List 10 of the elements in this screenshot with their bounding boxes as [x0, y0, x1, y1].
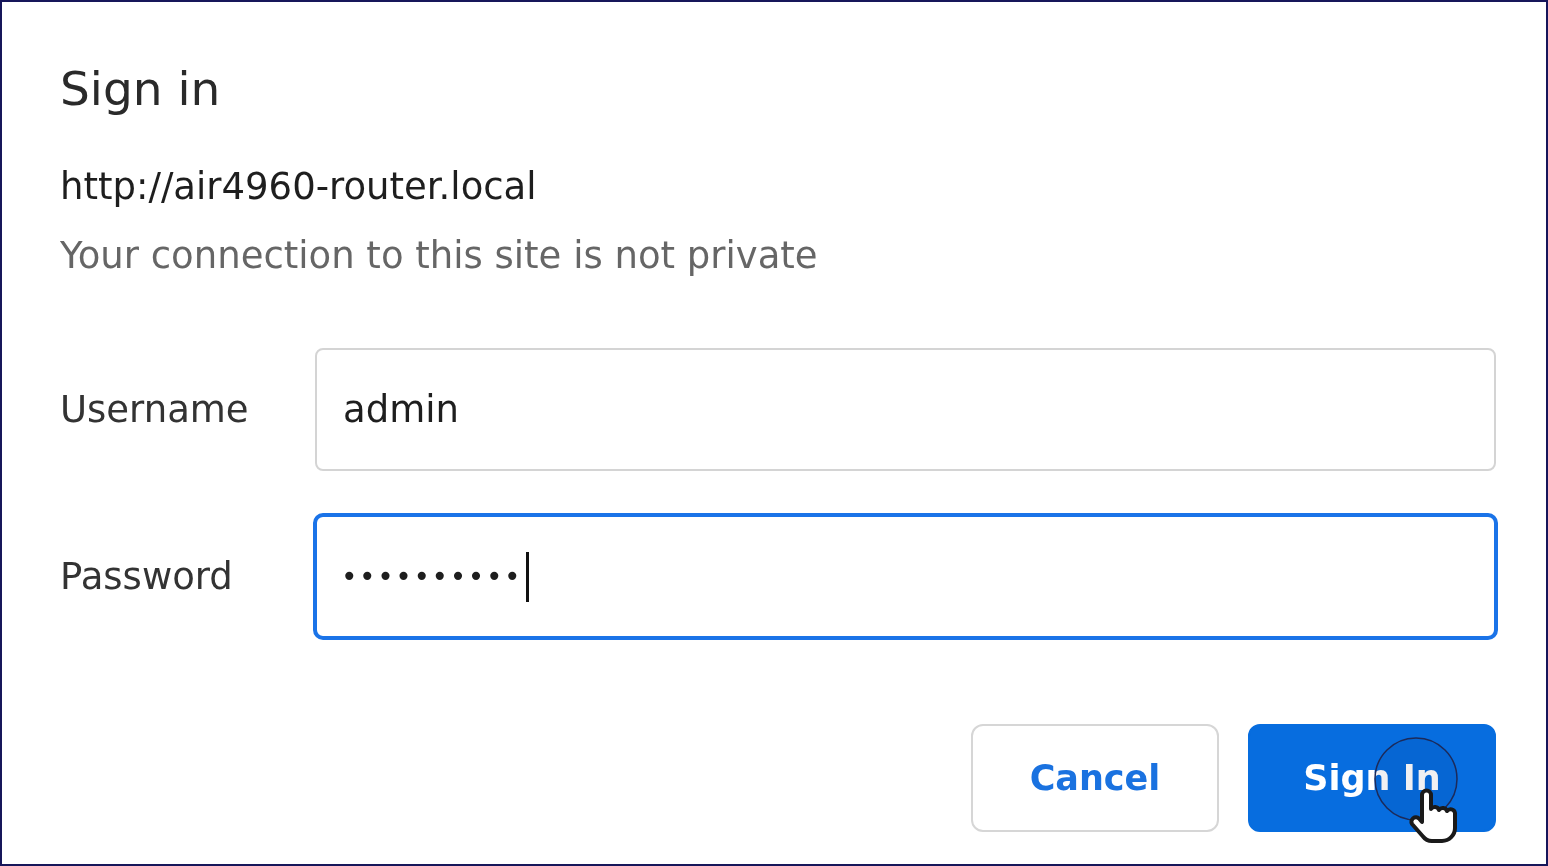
field-label: Username — [60, 386, 249, 433]
field-label: Password — [60, 553, 233, 600]
security-note: Your connection to this site is not private — [60, 233, 819, 279]
site-url: http://air4960-router.local — [60, 164, 538, 210]
text-field[interactable]: admin — [315, 348, 1496, 471]
text-caret-icon — [526, 551, 530, 602]
dialog-title: Sign in — [60, 60, 222, 118]
password-field[interactable]: •••••••••• — [313, 513, 1498, 640]
cancel-button[interactable]: Cancel — [971, 724, 1219, 832]
sign-in-button[interactable]: Sign In — [1248, 724, 1496, 832]
